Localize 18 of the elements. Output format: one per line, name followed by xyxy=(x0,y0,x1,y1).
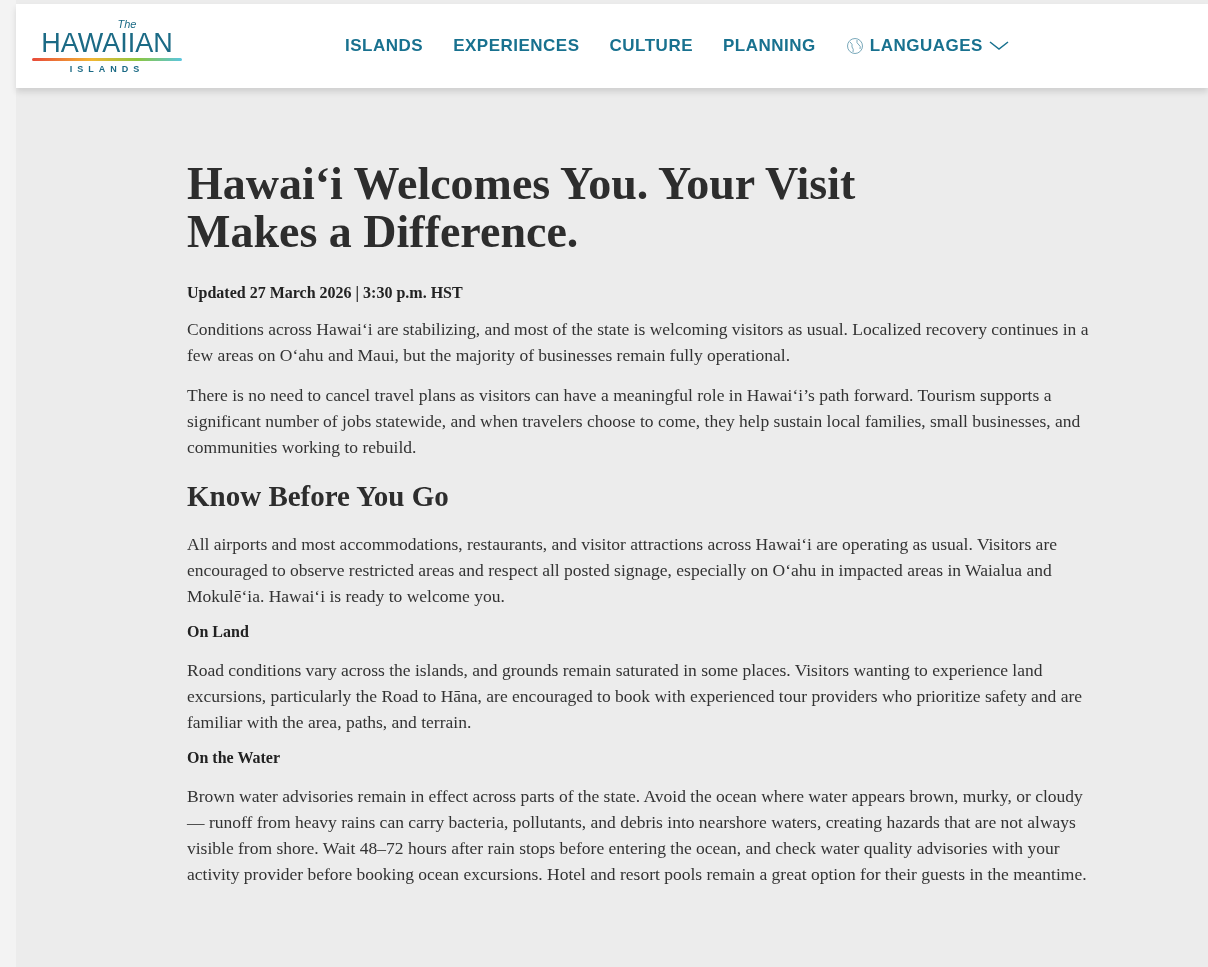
paragraph: Road conditions vary across the islands, and grounds remain saturated in some places. Visitors wanting to experience land excursions, particularly the Road to Hāna, are encouraged to book with experienced tour providers who prioritize safety and are familiar with the area, paths, and terrain. xyxy=(187,659,1084,734)
section-heading: Know Before You Go xyxy=(187,480,450,513)
update-timestamp: Updated 27 March 2026 | 3:30 p.m. HST xyxy=(187,284,464,302)
paragraph: Conditions across Hawaiʻi are stabilizing, and most of the state is welcoming visitors as usual. Localized recovery continues in a few areas on Oʻahu and Maui, but the majority of businesses remain fully operational. xyxy=(187,318,1090,367)
nav-link[interactable]: EXPERIENCES xyxy=(453,36,580,56)
nav-link[interactable]: CULTURE xyxy=(609,36,693,56)
logo[interactable]: The HAWAIIAN ISLANDS xyxy=(32,18,182,74)
paragraph: Brown water advisories remain in effect across parts of the state. Avoid the ocean where water appears brown, murky, or cloudy — runoff from heavy rains can carry bacteria, pollutants, and debris into nearshore waters, creating hazards that are not always visible from shore. Wait 48–72 hours after rain stops before entering the ocean, and check water quality advisories with your activity provider before booking ocean excursions. Hotel and resort pools remain a great option for their guests in the meantime. xyxy=(187,785,1088,886)
chevron-down-icon xyxy=(988,41,1009,51)
page-title: Hawaiʻi Welcomes You. Your Visit Makes a Difference. xyxy=(187,160,857,256)
globe-icon xyxy=(845,37,864,55)
paragraph: There is no need to cancel travel plans as visitors can have a meaningful role in Hawaiʻi’s path forward. Tourism supports a significant number of jobs statewide, and when travelers choose to come, they help sustain local families, small businesses, and communities working to rebuild. xyxy=(187,384,1082,459)
paragraph: All airports and most accommodations, restaurants, and visitor attractions across Hawaiʻi are operating as usual. Visitors are encouraged to observe restricted areas and respect all posted signage, especially on Oʻahu in impacted areas in Waialua and Mokulēʻia. Hawaiʻi is ready to welcome you. xyxy=(187,533,1058,608)
language-dropdown[interactable]: LANGUAGES xyxy=(845,36,1009,56)
subsection-heading: On the Water xyxy=(187,749,282,767)
subsection-heading: On Land xyxy=(187,623,250,641)
nav-link[interactable]: ISLANDS xyxy=(345,36,424,56)
nav-link[interactable]: PLANNING xyxy=(723,36,816,56)
